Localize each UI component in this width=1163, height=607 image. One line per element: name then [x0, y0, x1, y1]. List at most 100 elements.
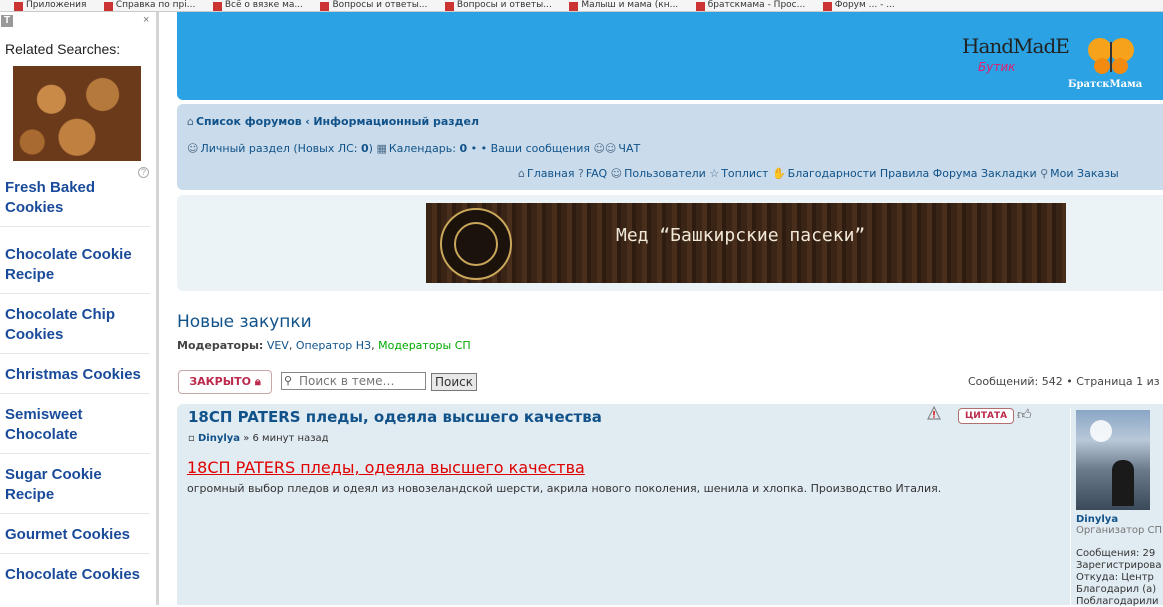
- nav-users[interactable]: Пользователи: [624, 167, 706, 180]
- star-icon: ☆: [709, 167, 720, 180]
- post-meta: ▫ Dinylya » 6 минут назад: [188, 433, 329, 444]
- bookmark-item[interactable]: братскмама - Прос...: [695, 1, 805, 11]
- calendar-icon: ▦: [376, 142, 387, 155]
- nav-toplist[interactable]: Топлист: [721, 167, 768, 180]
- main-nav: ⌂ Главная ? FAQ ☺ Пользователи ☆ Топлист ✋ Бл…: [518, 167, 1119, 180]
- related-link[interactable]: Chocolate Cookies: [5, 565, 150, 585]
- bookmark-item[interactable]: Всё о вязке ма...: [212, 1, 303, 11]
- bookmark-icon: [14, 2, 23, 11]
- bookmark-icon: [444, 2, 454, 11]
- post-link[interactable]: 18СП PATERS пледы, одеяла высшего качест…: [187, 458, 585, 477]
- divider: [0, 226, 150, 227]
- divider: [0, 393, 150, 394]
- post-time: » 6 минут назад: [243, 433, 329, 444]
- nav-separator: • •: [470, 142, 488, 155]
- quote-button[interactable]: ЦИТАТА: [958, 408, 1014, 424]
- chat-link[interactable]: ЧАТ: [618, 142, 640, 155]
- banner-text: Мед “Башкирские пасеки”: [616, 225, 866, 246]
- thumbs-up-icon: ✋: [771, 167, 786, 180]
- bookmark-icon: [103, 2, 113, 11]
- profile-thanked: Благодарил (а): [1076, 584, 1157, 595]
- breadcrumb: ⌂ Список форумов ‹ Информационный раздел: [187, 115, 479, 128]
- bookmark-item[interactable]: Вопросы и ответы...: [444, 1, 552, 11]
- search-icon: ⚲: [284, 374, 293, 387]
- nav-faq[interactable]: FAQ: [586, 167, 607, 180]
- bookmark-icon: [695, 2, 705, 11]
- chat-icon: ☺☺: [593, 142, 617, 155]
- bookmark-icon: [212, 2, 222, 11]
- bookmark-icon: [822, 2, 832, 11]
- bookmark-item[interactable]: Справка по прі...: [103, 1, 195, 11]
- search-icon: ⚲: [1040, 167, 1049, 180]
- post-icon: ▫: [188, 433, 195, 444]
- user-icon: ☺: [187, 142, 199, 155]
- breadcrumb-home[interactable]: Список форумов: [196, 115, 302, 128]
- related-link[interactable]: Gourmet Cookies: [5, 525, 150, 545]
- divider: [0, 353, 150, 354]
- honey-banner[interactable]: Мед “Башкирские пасеки”: [426, 203, 1066, 283]
- handmade-logo[interactable]: HandMadE: [962, 34, 1070, 58]
- forum-title[interactable]: Новые закупки: [177, 312, 312, 332]
- divider: [0, 453, 150, 454]
- bookmark-item[interactable]: Вопросы и ответы...: [320, 1, 427, 11]
- search-button[interactable]: Поиск: [431, 373, 477, 391]
- bookmark-item[interactable]: Форум ... - ...: [822, 1, 895, 11]
- home-icon: ⌂: [518, 167, 525, 180]
- breadcrumb-separator: ‹: [305, 115, 310, 128]
- pagination: Сообщений: 542 • Страница 1 из: [968, 375, 1160, 388]
- related-link[interactable]: Chocolate Cookie Recipe: [5, 245, 150, 285]
- related-link[interactable]: Chocolate Chip Cookies: [5, 305, 150, 345]
- breadcrumb-current[interactable]: Информационный раздел: [313, 115, 479, 128]
- bookmark-icon: [320, 2, 330, 11]
- profile-registered: Зарегистрирова: [1076, 560, 1162, 571]
- your-posts-link[interactable]: Ваши сообщения: [491, 142, 590, 155]
- topic-search-input[interactable]: [281, 372, 426, 390]
- profile-name[interactable]: Dinylya: [1076, 514, 1118, 525]
- nav-bookmarks[interactable]: Закладки: [981, 167, 1037, 180]
- lock-icon: 🔒︎: [254, 375, 261, 388]
- divider: [0, 293, 150, 294]
- handmade-logo-sub: Бутик: [978, 60, 1016, 74]
- report-icon[interactable]: [927, 406, 941, 420]
- users-icon: ☺: [610, 167, 623, 180]
- bookmark-item[interactable]: Приложения: [14, 1, 86, 11]
- moderators-label: Модераторы:: [177, 339, 264, 352]
- faq-icon: ?: [578, 167, 584, 180]
- post-author[interactable]: Dinylya: [198, 433, 240, 444]
- avatar[interactable]: [1076, 410, 1150, 510]
- related-link[interactable]: Fresh Baked Cookies: [5, 178, 150, 218]
- related-link[interactable]: Christmas Cookies: [5, 365, 150, 385]
- sidebar-title: Related Searches:: [5, 41, 121, 57]
- topic-closed-button[interactable]: ЗАКРЫТО 🔒︎: [178, 370, 272, 394]
- moderators: Модераторы: VEV, Оператор НЗ, Модераторы…: [177, 339, 471, 352]
- post-body: огромный выбор пледов и одеял из новозел…: [187, 482, 942, 495]
- calendar-link[interactable]: Календарь: 0: [389, 142, 467, 155]
- bookmarks-bar: Приложения Справка по прі... Всё о вязке…: [0, 0, 1163, 12]
- profile-thanked-by: Поблагодарили: [1076, 596, 1159, 607]
- close-icon[interactable]: ×: [143, 14, 149, 26]
- moderator-link[interactable]: Оператор НЗ: [296, 339, 371, 352]
- profile-role: Организатор СП: [1076, 525, 1163, 536]
- related-link[interactable]: Sugar Cookie Recipe: [5, 465, 150, 505]
- nav-rules[interactable]: Правила Форума: [880, 167, 978, 180]
- brand-name[interactable]: БратскМама: [1068, 79, 1142, 90]
- thanks-icon[interactable]: 👍︎: [1017, 406, 1032, 423]
- help-icon[interactable]: ?: [138, 167, 149, 178]
- nav-my-orders[interactable]: Мои Заказы: [1050, 167, 1119, 180]
- bookmark-item[interactable]: Малыш и мама (кн...: [569, 1, 678, 11]
- post-title[interactable]: 18СП PATERS пледы, одеяла высшего качест…: [188, 408, 602, 426]
- related-link[interactable]: Semisweet Chocolate: [5, 405, 150, 445]
- cookies-image[interactable]: [13, 66, 141, 161]
- moderator-link[interactable]: Модераторы СП: [378, 339, 471, 352]
- divider: [0, 513, 150, 514]
- bookmark-icon: [569, 2, 579, 11]
- divider: [0, 553, 150, 554]
- related-searches-sidebar: T × Related Searches: ? Fresh Baked Cook…: [0, 12, 159, 605]
- profile-posts[interactable]: Сообщения: 29: [1076, 548, 1155, 559]
- nav-thanks[interactable]: Благодарности: [788, 167, 877, 180]
- home-icon: ⌂: [187, 115, 194, 128]
- moderator-link[interactable]: VEV: [267, 339, 289, 352]
- sidebar-logo: T: [1, 15, 13, 27]
- nav-home[interactable]: Главная: [527, 167, 575, 180]
- personal-link[interactable]: Личный раздел (Новых ЛС: 0): [200, 142, 373, 155]
